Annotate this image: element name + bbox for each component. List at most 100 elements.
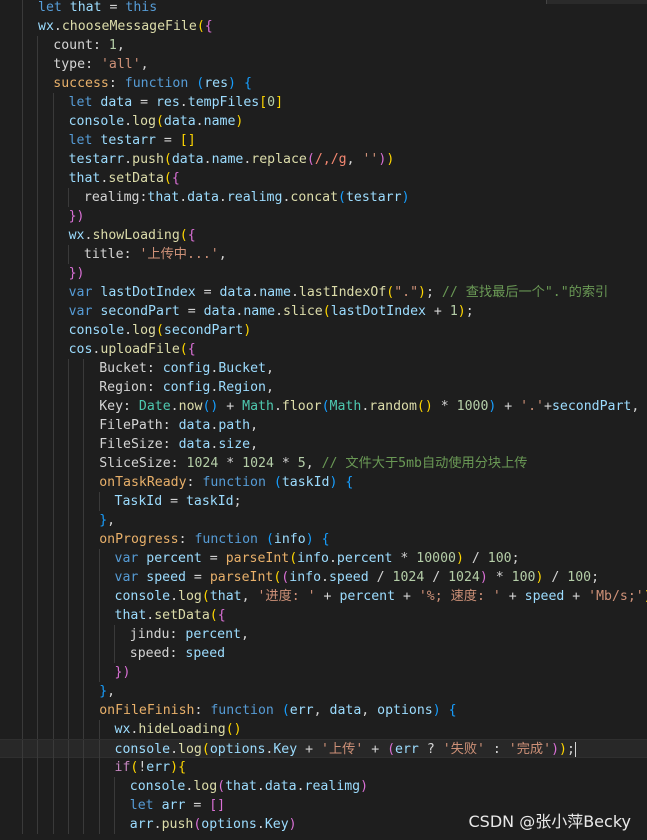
code-line[interactable]: wx.chooseMessageFile({ bbox=[0, 17, 647, 36]
code-token: err bbox=[395, 742, 419, 757]
code-line[interactable]: SliceSize: 1024 * 1024 * 5, // 文件大于5mb自动… bbox=[0, 454, 647, 473]
indent-guide bbox=[52, 720, 54, 739]
code-line[interactable]: wx.hideLoading() bbox=[0, 720, 647, 739]
code-token: . bbox=[296, 779, 305, 794]
indent-guide bbox=[52, 568, 54, 587]
indent-guide bbox=[83, 511, 85, 530]
indent-guide bbox=[37, 740, 39, 759]
code-token: data bbox=[171, 152, 204, 167]
code-token: 1 bbox=[108, 38, 117, 53]
code-line[interactable]: }) bbox=[0, 207, 647, 226]
code-token: : bbox=[123, 247, 140, 262]
code-token: () bbox=[225, 722, 242, 737]
code-line[interactable]: var secondPart = data.name.slice(lastDot… bbox=[0, 302, 647, 321]
indent-guide bbox=[22, 625, 23, 644]
code-line[interactable]: console.log(data.name) bbox=[0, 112, 647, 131]
code-line[interactable]: jindu: percent, bbox=[0, 625, 647, 644]
code-token: ( bbox=[322, 304, 331, 319]
code-token: ) bbox=[170, 760, 179, 775]
code-token: { bbox=[178, 760, 187, 775]
code-token: . bbox=[170, 399, 179, 414]
code-line[interactable]: }) bbox=[0, 264, 647, 283]
code-line[interactable]: onTaskReady: function (taskId) { bbox=[0, 473, 647, 492]
code-token: function bbox=[124, 76, 189, 91]
code-token: * bbox=[487, 570, 512, 585]
code-token: : bbox=[93, 38, 109, 53]
indent-guide bbox=[67, 606, 69, 625]
code-line[interactable]: Bucket: config.Bucket, bbox=[0, 359, 647, 378]
code-token: parseInt bbox=[225, 551, 290, 566]
code-line[interactable]: console.log(that.data.realimg) bbox=[0, 777, 647, 796]
indent-guide bbox=[22, 55, 23, 74]
code-token: [] bbox=[209, 798, 226, 813]
code-token: : bbox=[85, 57, 101, 72]
indent-guide bbox=[83, 549, 85, 568]
code-line[interactable]: onFileFinish: function (err, data, optio… bbox=[0, 701, 647, 720]
code-line[interactable]: var percent = parseInt(info.percent * 10… bbox=[0, 549, 647, 568]
indent-guide bbox=[22, 682, 23, 701]
code-line[interactable]: }) bbox=[0, 663, 647, 682]
code-token: count bbox=[53, 38, 93, 53]
code-line[interactable]: that.setData({ bbox=[0, 169, 647, 188]
code-line[interactable]: console.log(secondPart) bbox=[0, 321, 647, 340]
code-line[interactable]: let testarr = [] bbox=[0, 131, 647, 150]
code-line[interactable]: cos.uploadFile({ bbox=[0, 340, 647, 359]
code-line[interactable]: that.setData({ bbox=[0, 606, 647, 625]
code-line[interactable]: wx.showLoading({ bbox=[0, 226, 647, 245]
indent-guide bbox=[22, 17, 23, 36]
code-line[interactable]: }, bbox=[0, 682, 647, 701]
code-line[interactable]: success: function (res) { bbox=[0, 74, 647, 93]
code-token: percent bbox=[336, 551, 393, 566]
code-line[interactable]: title: '上传中...', bbox=[0, 245, 647, 264]
code-editor[interactable]: let that = this wx.chooseMessageFile({cou… bbox=[0, 0, 647, 840]
code-line[interactable]: type: 'all', bbox=[0, 55, 647, 74]
code-token: ( bbox=[209, 608, 218, 623]
indent-guide bbox=[22, 492, 23, 511]
indent-guide bbox=[22, 758, 23, 777]
code-text: arr.push(options.Key) bbox=[130, 815, 297, 834]
indent-guide bbox=[22, 283, 23, 302]
code-line[interactable]: Key: Date.now() + Math.floor(Math.random… bbox=[0, 397, 647, 416]
code-line[interactable]: Region: config.Region, bbox=[0, 378, 647, 397]
indent-guide bbox=[22, 245, 23, 264]
indent-guide bbox=[37, 511, 39, 530]
code-line[interactable]: var lastDotIndex = data.name.lastIndexOf… bbox=[0, 283, 647, 302]
code-line[interactable]: onProgress: function (info) { bbox=[0, 530, 647, 549]
code-line[interactable]: var speed = parseInt((info.speed / 1024 … bbox=[0, 568, 647, 587]
code-line[interactable]: console.log(options.Key + '上传' + (err ? … bbox=[0, 739, 647, 759]
code-token: + bbox=[297, 742, 321, 757]
code-line[interactable]: }, bbox=[0, 511, 647, 530]
code-token: . bbox=[153, 817, 162, 832]
code-line[interactable]: realimg:that.data.realimg.concat(testarr… bbox=[0, 188, 647, 207]
code-token: : bbox=[169, 646, 186, 661]
minimap-edge bbox=[546, 0, 647, 4]
code-token: ) bbox=[432, 703, 441, 718]
code-token: testarr bbox=[68, 152, 125, 167]
code-line[interactable]: testarr.push(data.name.replace(/,/g, '')… bbox=[0, 150, 647, 169]
indent-guide bbox=[37, 815, 39, 834]
code-token: Region bbox=[99, 380, 147, 395]
code-token: = bbox=[101, 0, 126, 15]
code-line[interactable]: console.log(that, '进度: ' + percent + '%;… bbox=[0, 587, 647, 606]
indent-guide bbox=[52, 245, 54, 264]
code-token: : bbox=[146, 361, 163, 376]
indent-guide bbox=[67, 777, 69, 796]
indent-guide bbox=[37, 492, 39, 511]
indent-guide bbox=[52, 758, 54, 777]
code-line[interactable]: TaskId = taskId; bbox=[0, 492, 647, 511]
code-line[interactable]: count: 1, bbox=[0, 36, 647, 55]
code-line[interactable]: if(!err){ bbox=[0, 758, 647, 777]
indent-guide bbox=[37, 644, 39, 663]
code-line[interactable]: FileSize: data.size, bbox=[0, 435, 647, 454]
code-token: 1024 bbox=[242, 456, 274, 471]
code-line[interactable]: FilePath: data.path, bbox=[0, 416, 647, 435]
code-text: }, bbox=[99, 511, 115, 530]
indent-guide bbox=[52, 207, 54, 226]
indent-guide bbox=[22, 606, 23, 625]
indent-guide bbox=[83, 606, 85, 625]
code-line[interactable]: speed: speed bbox=[0, 644, 647, 663]
code-token: data bbox=[178, 437, 211, 452]
code-token: // 文件大于5mb自动使用分块上传 bbox=[321, 456, 528, 471]
code-line[interactable]: let data = res.tempFiles[0] bbox=[0, 93, 647, 112]
code-token: , bbox=[361, 703, 378, 718]
